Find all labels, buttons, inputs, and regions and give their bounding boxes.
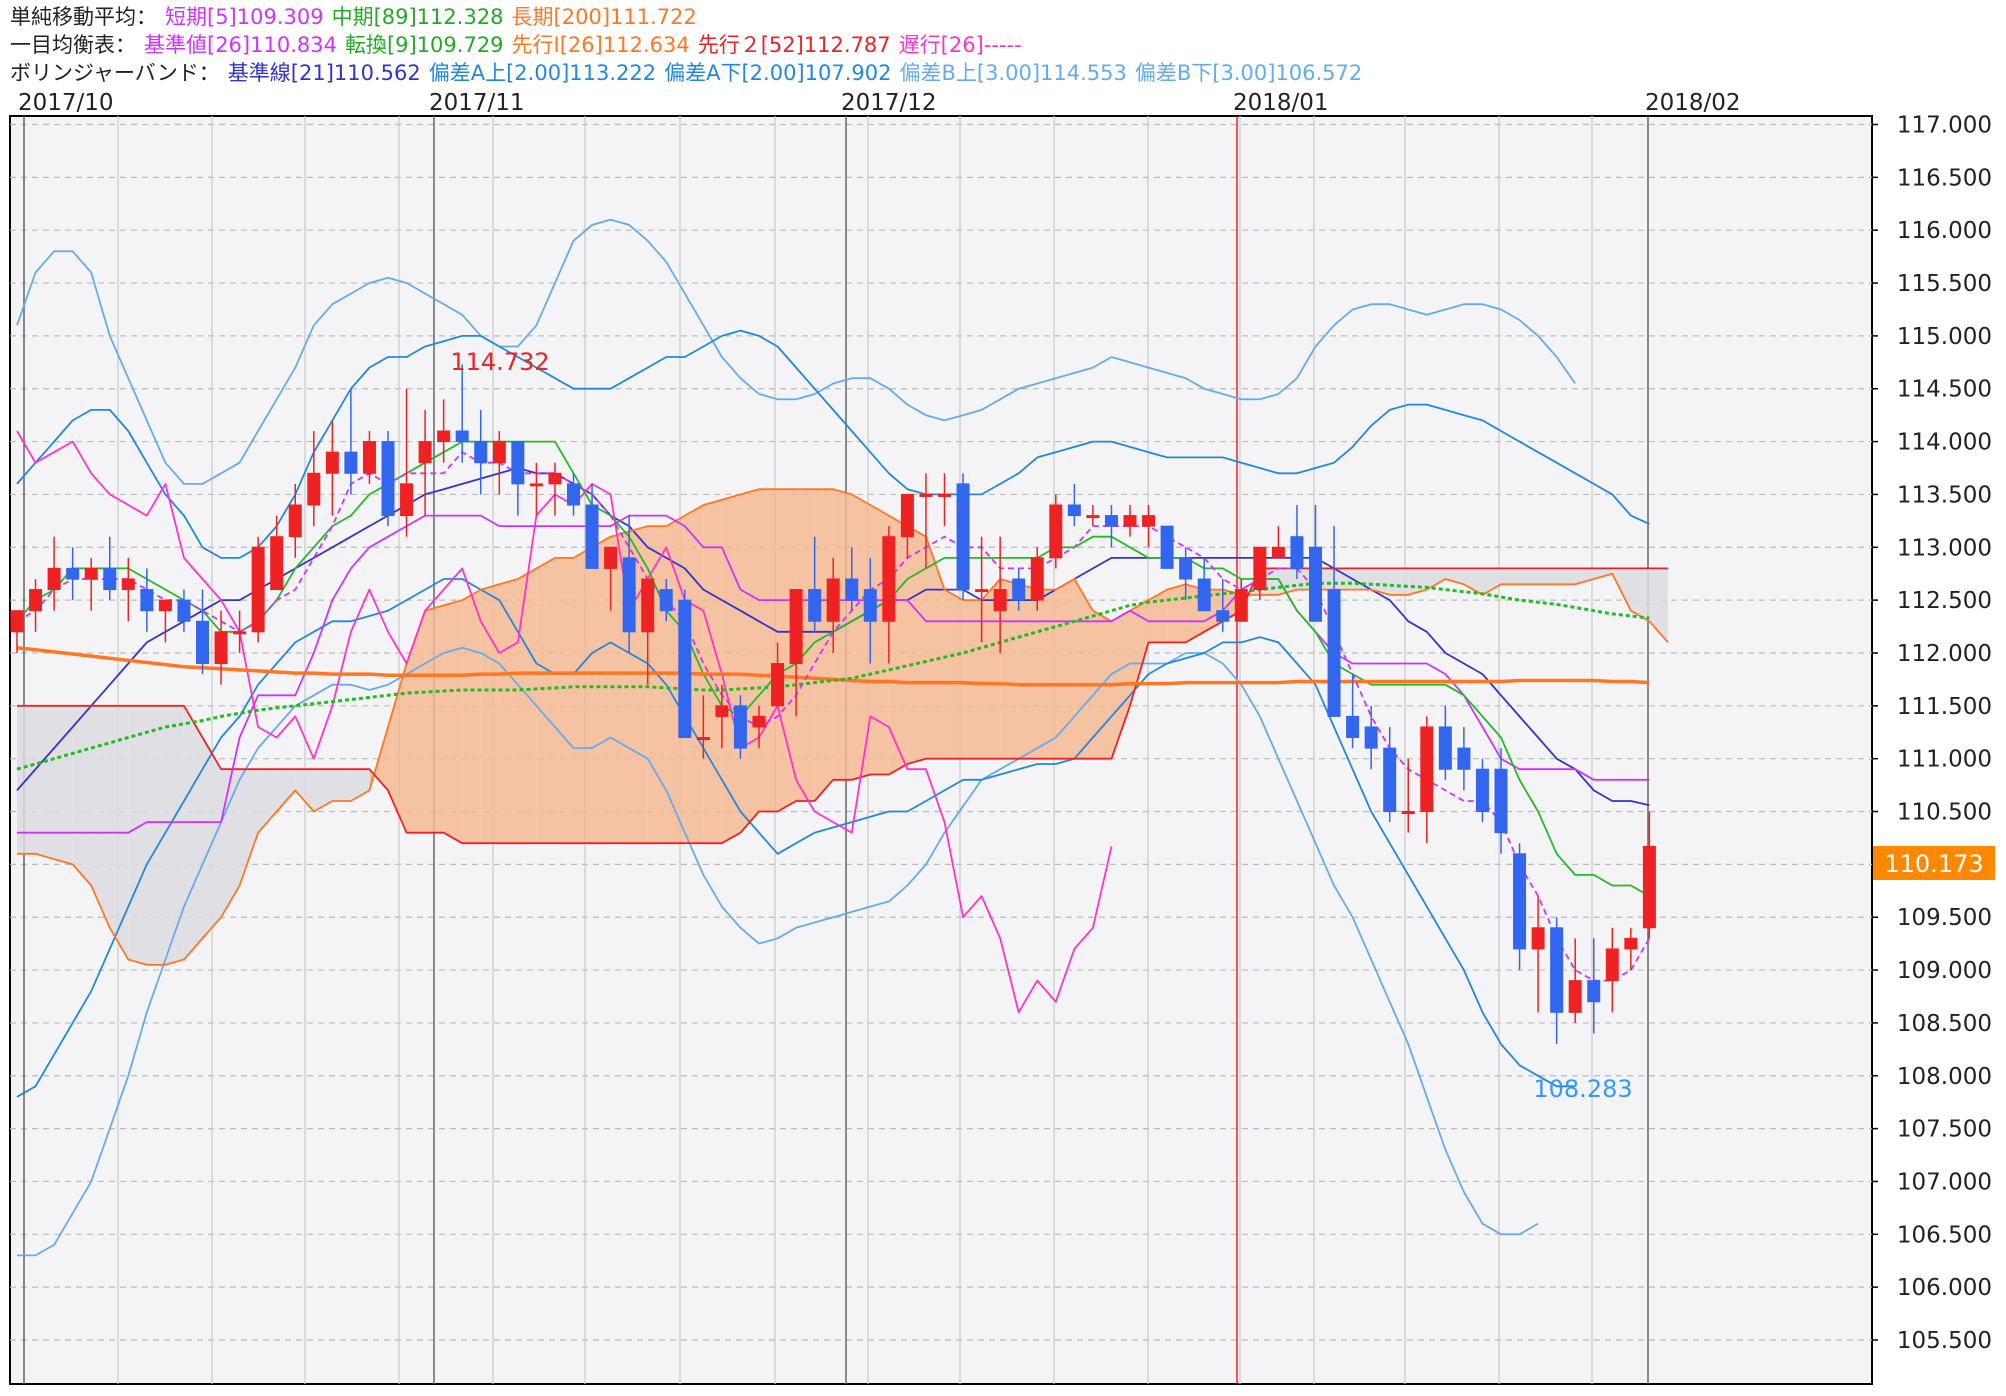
high-annotation: 114.732 bbox=[450, 348, 549, 376]
legend-label: 一目均衡表： bbox=[10, 33, 136, 57]
cloud-segment bbox=[332, 769, 351, 801]
cloud-segment bbox=[703, 499, 722, 844]
cloud-segment bbox=[1389, 568, 1409, 595]
y-tick-label: 108.000 bbox=[1897, 1064, 1992, 1090]
legend-item: 偏差A上[2.00]113.222 bbox=[429, 61, 656, 85]
cloud-segment bbox=[425, 605, 444, 833]
cloud-segment bbox=[1037, 589, 1056, 759]
cloud-segment bbox=[740, 489, 759, 833]
y-tick-label: 106.500 bbox=[1897, 1222, 1992, 1248]
y-tick-label: 109.500 bbox=[1897, 905, 1992, 931]
y-tick-label: 105.500 bbox=[1897, 1328, 1992, 1354]
y-tick-label: 115.000 bbox=[1897, 324, 1992, 350]
cloud-segment bbox=[1519, 568, 1539, 585]
cloud-segment bbox=[1334, 568, 1353, 590]
cloud-segment bbox=[1538, 568, 1557, 585]
legend-item: 転換[9]109.729 bbox=[345, 33, 504, 57]
y-tick-label: 112.500 bbox=[1897, 588, 1992, 614]
cloud-segment bbox=[573, 547, 593, 844]
candle bbox=[381, 431, 395, 527]
cloud-segment bbox=[592, 536, 611, 844]
y-tick-label: 112.000 bbox=[1897, 641, 1992, 667]
cloud-segment bbox=[1018, 584, 1038, 759]
cloud-segment bbox=[1167, 584, 1186, 643]
chart-canvas: 単純移動平均： 短期[5]109.309 中期[89]112.328 長期[200]1… bbox=[0, 0, 2006, 1392]
current-price: 110.173 bbox=[1884, 850, 1983, 878]
legend-row-bollinger: ボリンジャーバンド： 基準線[21]110.562 偏差A上[2.00]113.22… bbox=[10, 61, 1362, 85]
y-tick-label: 111.500 bbox=[1897, 694, 1992, 720]
cloud-segment bbox=[35, 705, 55, 860]
cloud-segment bbox=[480, 584, 500, 844]
y-tick-label: 116.500 bbox=[1897, 165, 1992, 191]
legend-item: 遅行[26]----- bbox=[899, 33, 1022, 57]
cloud-segment bbox=[1352, 568, 1372, 590]
cloud-segment bbox=[1556, 568, 1576, 585]
legend-item: 偏差A下[2.00]107.902 bbox=[664, 61, 891, 85]
y-tick-label: 109.000 bbox=[1897, 958, 1992, 984]
legend-row-sma: 単純移動平均： 短期[5]109.309 中期[89]112.328 長期[200]1… bbox=[10, 5, 697, 29]
candle bbox=[1160, 525, 1174, 569]
legend-row-ichimoku: 一目均衡表： 基準値[26]110.834 転換[9]109.729 先行Ⅰ[26]1… bbox=[10, 33, 1022, 57]
y-tick-label: 108.500 bbox=[1897, 1011, 1992, 1037]
cloud-segment bbox=[72, 705, 92, 886]
chart: 単純移動平均： 短期[5]109.309 中期[89]112.328 長期[200]1… bbox=[0, 0, 2006, 1392]
y-tick-label: 114.000 bbox=[1897, 430, 1992, 456]
candle bbox=[1049, 494, 1063, 569]
legend-item: 偏差B上[3.00]114.553 bbox=[899, 61, 1126, 85]
low-annotation: 108.283 bbox=[1533, 1075, 1632, 1103]
y-tick-label: 107.000 bbox=[1897, 1169, 1992, 1195]
legend-label: ボリンジャーバンド： bbox=[10, 61, 220, 85]
y-tick-label: 113.500 bbox=[1897, 482, 1992, 508]
cloud-segment bbox=[146, 705, 166, 965]
current-price-tag: 110.173 bbox=[1873, 846, 1995, 880]
legend-item: 先行Ⅰ[26]112.634 bbox=[512, 33, 690, 57]
y-tick-label: 115.500 bbox=[1897, 271, 1992, 297]
y-tick-label: 107.500 bbox=[1897, 1117, 1992, 1143]
y-tick-label: 106.000 bbox=[1897, 1275, 1992, 1301]
cloud-segment bbox=[462, 589, 481, 844]
month-label: 2017/12 bbox=[841, 90, 937, 116]
candle bbox=[678, 589, 692, 739]
cloud-segment bbox=[1501, 568, 1520, 585]
cloud-segment bbox=[499, 578, 518, 844]
month-label: 2017/10 bbox=[18, 90, 114, 116]
legend-label: 単純移動平均： bbox=[10, 5, 157, 29]
y-tick-label: 113.000 bbox=[1897, 535, 1992, 561]
cloud-segment bbox=[907, 526, 926, 764]
legend-item: 基準値[26]110.834 bbox=[144, 33, 337, 57]
legend-item: 中期[89]112.328 bbox=[332, 5, 504, 29]
cloud-segment bbox=[963, 600, 982, 759]
cloud-segment bbox=[517, 568, 537, 844]
cloud-segment bbox=[202, 737, 222, 939]
month-label: 2018/02 bbox=[1645, 90, 1741, 116]
month-label: 2018/01 bbox=[1233, 90, 1329, 116]
y-tick-label: 117.000 bbox=[1897, 113, 1992, 139]
cloud-segment bbox=[183, 705, 203, 960]
cloud-segment bbox=[128, 705, 147, 965]
cloud-segment bbox=[833, 489, 852, 780]
candle bbox=[956, 473, 970, 601]
legend-item: 短期[5]109.309 bbox=[165, 5, 324, 29]
cloud-segment bbox=[165, 705, 184, 965]
cloud-segment bbox=[554, 557, 574, 844]
cloud-segment bbox=[759, 489, 778, 812]
legend-item: 長期[200]111.722 bbox=[512, 5, 697, 29]
candle bbox=[251, 536, 265, 643]
cloud-segment bbox=[944, 589, 964, 759]
legend-item: 基準線[21]110.562 bbox=[228, 61, 421, 85]
cloud-segment bbox=[814, 489, 834, 801]
legend-item: 先行２[52]112.787 bbox=[698, 33, 891, 57]
y-tick-label: 111.000 bbox=[1897, 747, 1992, 773]
y-tick-label: 114.500 bbox=[1897, 377, 1992, 403]
legend-item: 偏差B下[3.00]106.572 bbox=[1135, 61, 1362, 85]
cloud-segment bbox=[536, 557, 555, 844]
month-label: 2017/11 bbox=[429, 90, 525, 116]
cloud-segment bbox=[721, 494, 741, 844]
cloud-segment bbox=[1055, 578, 1075, 759]
cloud-segment bbox=[443, 600, 463, 844]
y-tick-label: 110.500 bbox=[1897, 800, 1992, 826]
y-tick-label: 116.000 bbox=[1897, 218, 1992, 244]
